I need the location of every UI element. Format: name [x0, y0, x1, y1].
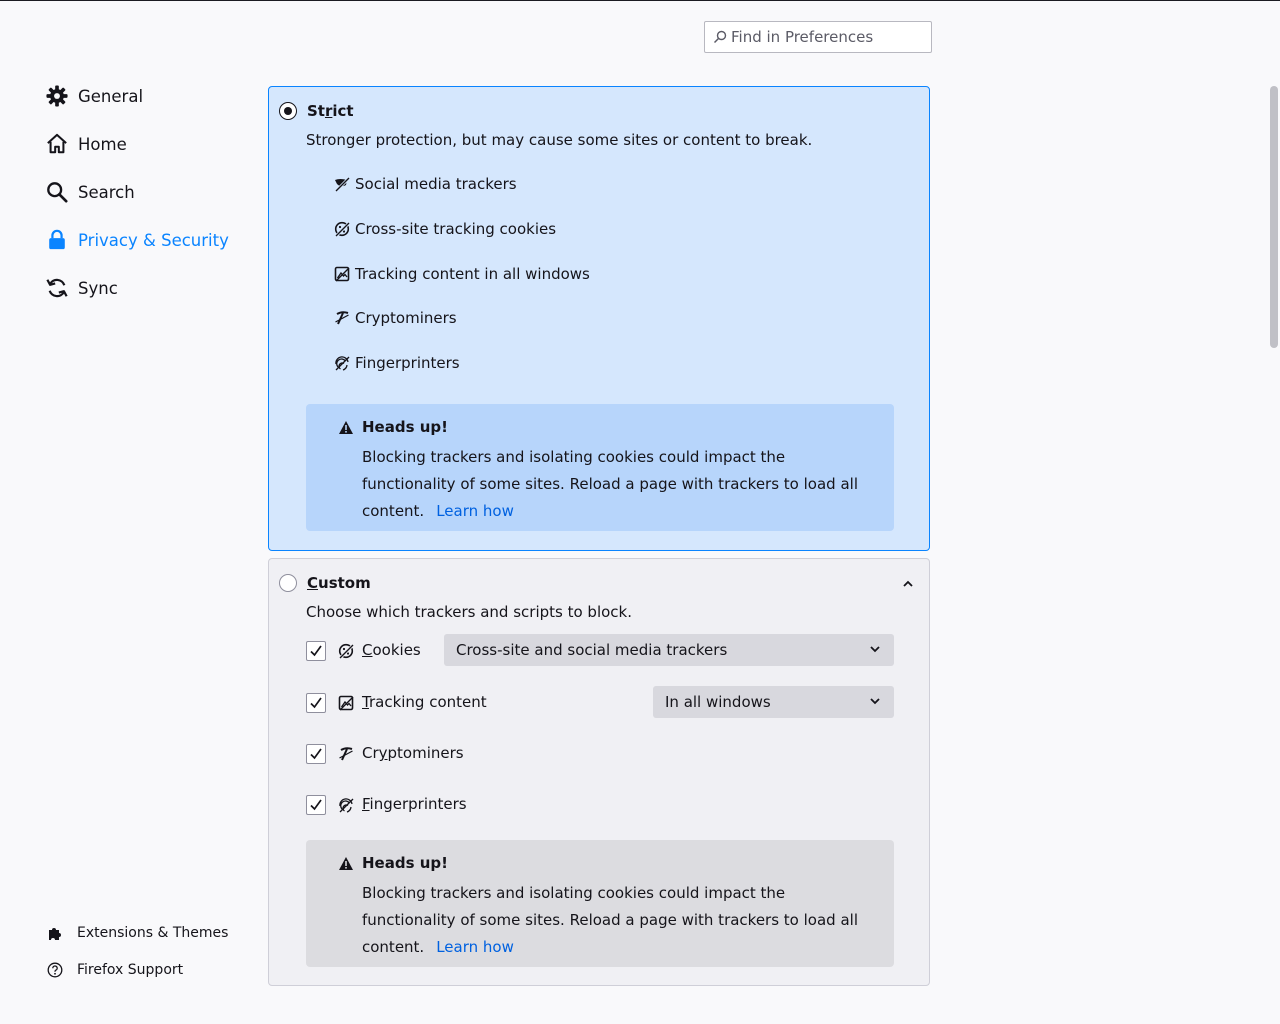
tracking-content-label[interactable]: Tracking content — [362, 693, 487, 711]
strict-feature-item: Social media trackers — [334, 173, 517, 195]
cryptominers-label[interactable]: Cryptominers — [362, 744, 464, 762]
sidebar-link-label: Firefox Support — [77, 962, 184, 978]
fingerprint-icon — [334, 355, 350, 371]
checkmark-icon — [310, 645, 322, 657]
chevron-down-icon — [870, 646, 880, 653]
custom-title[interactable]: Custom — [307, 574, 371, 592]
fingerprint-icon — [338, 797, 354, 813]
strict-warning-box: Heads up! Blocking trackers and isolatin… — [306, 404, 894, 531]
sync-icon — [45, 276, 69, 300]
puzzle-icon — [47, 925, 63, 941]
cryptominer-icon — [334, 310, 350, 326]
warning-body: Blocking trackers and isolating cookies … — [362, 884, 858, 956]
tracking-content-icon — [338, 695, 354, 711]
page-scrollbar-thumb[interactable] — [1270, 86, 1278, 348]
sidebar-item-label: General — [78, 86, 144, 106]
tracking-content-dropdown[interactable]: In all windows — [653, 686, 894, 718]
feature-label: Social media trackers — [355, 175, 517, 193]
sidebar-link-firefox-support[interactable]: Firefox Support — [47, 958, 183, 982]
home-icon — [45, 132, 69, 156]
search-icon — [45, 180, 69, 204]
feature-label: Cross-site tracking cookies — [355, 220, 557, 238]
search-icon — [713, 30, 727, 44]
warning-icon — [338, 420, 354, 439]
sidebar-item-label: Home — [78, 134, 127, 154]
lock-icon — [45, 228, 69, 252]
fingerprinters-checkbox[interactable] — [306, 795, 326, 815]
sidebar-item-search[interactable]: Search — [45, 176, 135, 208]
checkmark-icon — [310, 748, 322, 760]
cryptominer-icon — [338, 746, 354, 762]
tracking-content-dropdown-value: In all windows — [665, 693, 771, 711]
warning-body: Blocking trackers and isolating cookies … — [362, 448, 858, 520]
feature-label: Fingerprinters — [355, 354, 460, 372]
chevron-up-icon — [903, 580, 913, 587]
sidebar-link-extensions-themes[interactable]: Extensions & Themes — [47, 921, 228, 945]
social-tracker-icon — [334, 176, 350, 192]
chevron-down-icon — [870, 698, 880, 705]
sidebar-item-label: Privacy & Security — [78, 230, 229, 250]
checkmark-icon — [310, 799, 322, 811]
cryptominers-checkbox[interactable] — [306, 744, 326, 764]
strict-radio[interactable] — [279, 102, 297, 120]
cookie-icon — [334, 221, 350, 237]
sidebar-item-privacy-security[interactable]: Privacy & Security — [45, 224, 229, 256]
sidebar-item-general[interactable]: General — [45, 80, 143, 112]
learn-how-link[interactable]: Learn how — [436, 502, 514, 520]
sidebar-item-sync[interactable]: Sync — [45, 272, 118, 304]
tracking-content-icon — [334, 266, 350, 282]
strict-feature-item: Cross-site tracking cookies — [334, 218, 556, 240]
strict-feature-item: Tracking content in all windows — [334, 263, 590, 285]
custom-warning-box: Heads up! Blocking trackers and isolatin… — [306, 840, 894, 967]
strict-feature-item: Fingerprinters — [334, 352, 460, 374]
strict-title[interactable]: Strict — [307, 102, 354, 120]
custom-description: Choose which trackers and scripts to blo… — [306, 603, 632, 621]
feature-label: Tracking content in all windows — [355, 265, 590, 283]
cookies-dropdown[interactable]: Cross-site and social media trackers — [444, 634, 894, 666]
sidebar-link-label: Extensions & Themes — [77, 925, 229, 941]
cookies-dropdown-value: Cross-site and social media trackers — [456, 641, 728, 659]
help-icon — [47, 962, 63, 978]
sidebar-item-label: Search — [78, 182, 135, 202]
feature-label: Cryptominers — [355, 309, 457, 327]
gear-icon — [45, 84, 69, 108]
collapse-custom-button[interactable] — [900, 575, 916, 591]
sidebar-item-home[interactable]: Home — [45, 128, 127, 160]
tracking-content-checkbox[interactable] — [306, 693, 326, 713]
preferences-search-input[interactable] — [731, 22, 927, 52]
checkmark-icon — [310, 697, 322, 709]
fingerprinters-label[interactable]: Fingerprinters — [362, 795, 467, 813]
learn-how-link[interactable]: Learn how — [436, 938, 514, 956]
cookie-icon — [338, 643, 354, 659]
window-top-border — [0, 0, 1280, 1]
preferences-search-box[interactable] — [704, 21, 932, 53]
strict-protection-option[interactable]: Strict Stronger protection, but may caus… — [268, 86, 930, 551]
cookies-checkbox[interactable] — [306, 641, 326, 661]
warning-icon — [338, 856, 354, 875]
warning-title: Heads up! — [362, 854, 448, 872]
strict-feature-item: Cryptominers — [334, 307, 457, 329]
custom-protection-option[interactable]: Custom Choose which trackers and scripts… — [268, 558, 930, 986]
strict-description: Stronger protection, but may cause some … — [306, 131, 813, 149]
sidebar-item-label: Sync — [78, 278, 118, 298]
custom-radio[interactable] — [279, 574, 297, 592]
warning-title: Heads up! — [362, 418, 448, 436]
cookies-label[interactable]: Cookies — [362, 641, 421, 659]
